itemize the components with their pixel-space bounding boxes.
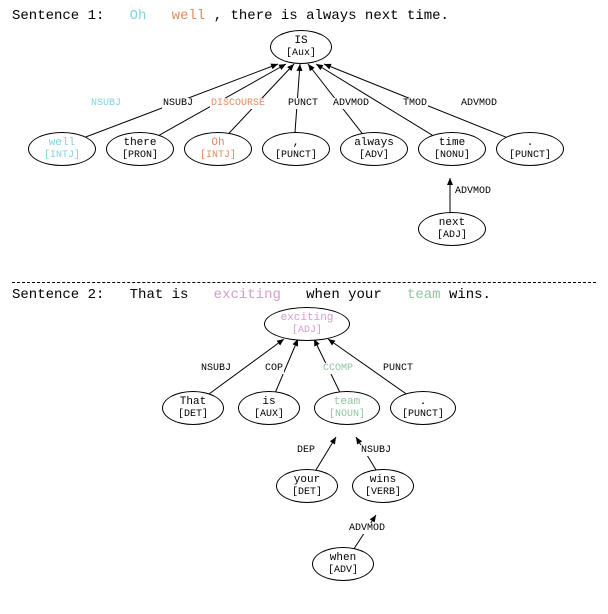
sentence-2-text: Sentence 2: That is exciting when your t… xyxy=(12,287,596,303)
sentence-1-label: Sentence 1: xyxy=(12,8,104,24)
token-exciting: exciting xyxy=(214,287,281,303)
edge-label: DISCOURSE xyxy=(210,98,266,109)
token-that-is: That is xyxy=(130,287,197,303)
node-comma: , [PUNCT] xyxy=(262,132,330,166)
divider xyxy=(12,282,596,283)
node-word: time xyxy=(439,137,465,149)
node-word: wins xyxy=(370,474,396,486)
node-word: exciting xyxy=(281,312,334,324)
node-pos: [ADJ] xyxy=(437,230,467,241)
edge-label: PUNCT xyxy=(382,363,414,374)
token-rest-1: there is always next time. xyxy=(231,8,449,24)
node-word: team xyxy=(334,396,360,408)
node-oh: Oh [INTJ] xyxy=(184,132,252,166)
node-exciting: exciting [ADJ] xyxy=(264,307,350,341)
sentence-2-label: Sentence 2: xyxy=(12,287,104,303)
node-word: when xyxy=(330,552,356,564)
edge-label: COP xyxy=(264,363,284,374)
edge-label: CCOMP xyxy=(322,363,354,374)
node-period: . [PUNCT] xyxy=(496,132,564,166)
node-next: next [ADJ] xyxy=(418,212,486,246)
node-pos: [PUNCT] xyxy=(509,150,551,161)
token-when-your: when your xyxy=(306,287,390,303)
node-word: your xyxy=(294,474,320,486)
node-word: well xyxy=(49,137,75,149)
node-that: That [DET] xyxy=(162,391,224,425)
node-pos: [ADV] xyxy=(328,565,358,576)
node-when: when [ADV] xyxy=(312,547,374,581)
node-word: IS xyxy=(294,35,307,47)
node-pos: [PRON] xyxy=(122,150,158,161)
node-pos: [NONU] xyxy=(434,150,470,161)
edge-label: TMOD xyxy=(402,98,428,109)
node-period-2: . [PUNCT] xyxy=(390,391,456,425)
edge-label: PUNCT xyxy=(287,98,319,109)
edge-label: NSUBJ xyxy=(200,363,232,374)
node-pos: [ADV] xyxy=(359,150,389,161)
node-time: time [NONU] xyxy=(418,132,486,166)
node-always: always [ADV] xyxy=(340,132,408,166)
node-pos: [AUX] xyxy=(254,409,284,420)
node-pos: [VERB] xyxy=(365,487,401,498)
edge-label: NSUBJ xyxy=(90,98,122,109)
node-is: IS [Aux] xyxy=(270,30,332,64)
node-word: is xyxy=(262,396,275,408)
node-pos: [PUNCT] xyxy=(275,150,317,161)
node-word: . xyxy=(527,137,534,149)
token-comma: , xyxy=(214,8,222,24)
node-pos: [ADJ] xyxy=(292,325,322,336)
node-pos: [INTJ] xyxy=(200,150,236,161)
token-team: team xyxy=(407,287,441,303)
token-oh: Oh xyxy=(130,8,147,24)
node-pos: [NOUN] xyxy=(329,409,365,420)
edge-label: ADVMOD xyxy=(332,98,370,109)
node-wins: wins [VERB] xyxy=(352,469,414,503)
node-team: team [NOUN] xyxy=(314,391,380,425)
node-word: , xyxy=(293,137,300,149)
node-pos: [DET] xyxy=(178,409,208,420)
node-well: well [INTJ] xyxy=(28,132,96,166)
edge-label: ADVMOD xyxy=(348,523,386,534)
node-pos: [INTJ] xyxy=(44,150,80,161)
dependency-tree-2: exciting [ADJ] NSUBJ COP CCOMP PUNCT Tha… xyxy=(12,307,596,607)
token-wins: wins. xyxy=(449,287,491,303)
node-word: always xyxy=(354,137,394,149)
dependency-tree-1: IS [Aux] NSUBJ NSUBJ DISCOURSE PUNCT ADV… xyxy=(12,28,596,276)
node-there: there [PRON] xyxy=(106,132,174,166)
edge-label: ADVMOD xyxy=(460,98,498,109)
node-word: . xyxy=(420,396,427,408)
node-word: there xyxy=(123,137,156,149)
node-pos: [PUNCT] xyxy=(402,409,444,420)
edge-label: DEP xyxy=(296,445,316,456)
edge-label: NSUBJ xyxy=(162,98,194,109)
edge-label: ADVMOD xyxy=(454,186,492,197)
node-is-2: is [AUX] xyxy=(238,391,300,425)
node-your: your [DET] xyxy=(276,469,338,503)
edge-label: NSUBJ xyxy=(360,445,392,456)
node-pos: [Aux] xyxy=(286,48,316,59)
token-well: well xyxy=(172,8,206,24)
node-pos: [DET] xyxy=(292,487,322,498)
node-word: next xyxy=(439,217,465,229)
sentence-1-text: Sentence 1: Oh well , there is always ne… xyxy=(12,8,596,24)
node-word: That xyxy=(180,396,206,408)
node-word: Oh xyxy=(211,137,224,149)
